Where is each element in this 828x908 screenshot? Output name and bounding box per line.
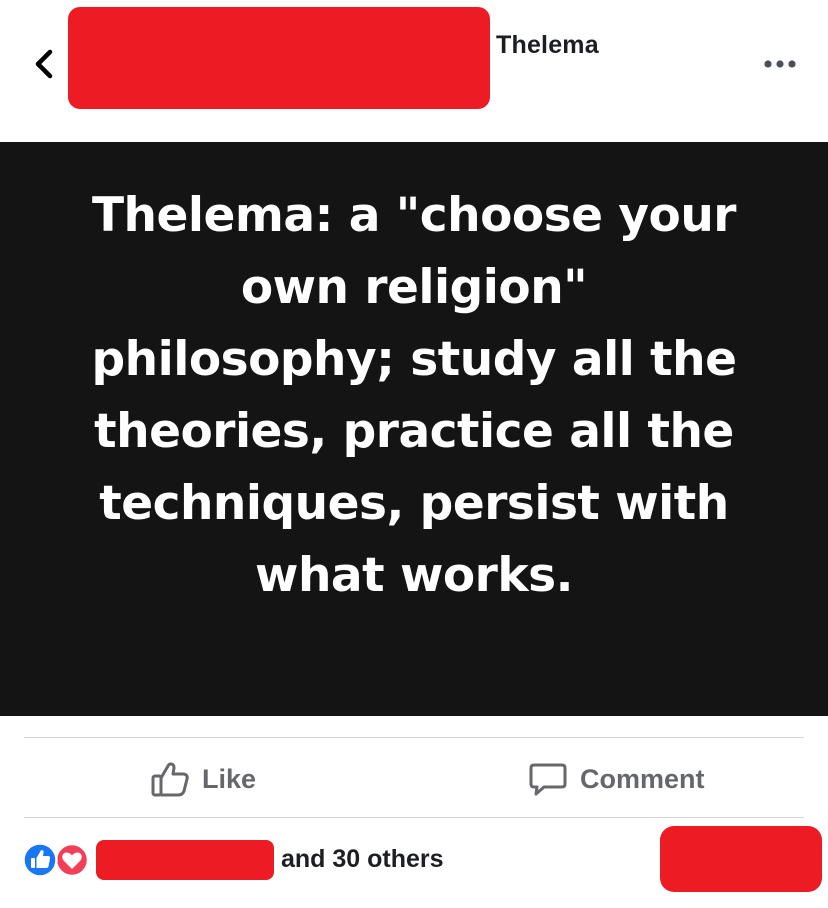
redacted-author-name xyxy=(68,7,490,109)
like-button[interactable]: Like xyxy=(150,752,256,806)
like-reaction-icon xyxy=(22,842,58,878)
comment-bubble-icon xyxy=(529,763,567,796)
redacted-comment-count xyxy=(660,826,822,892)
more-options-button[interactable] xyxy=(760,54,800,74)
divider-top xyxy=(24,737,804,738)
chevron-left-icon xyxy=(35,49,53,79)
post-header: Thelema xyxy=(0,0,828,142)
love-reaction-icon xyxy=(54,842,90,878)
comment-label: Comment xyxy=(580,763,705,794)
back-button[interactable] xyxy=(30,46,62,82)
more-dots-icon xyxy=(764,60,796,68)
thumbs-up-icon xyxy=(151,762,189,797)
group-name[interactable]: Thelema xyxy=(496,31,599,60)
reaction-icons[interactable] xyxy=(22,842,94,878)
like-label: Like xyxy=(202,763,257,794)
divider-bottom xyxy=(24,817,804,818)
reaction-summary[interactable]: and 30 others xyxy=(281,845,444,874)
post-image-text: Thelema: a "choose your own religion" ph… xyxy=(91,188,737,603)
comment-button[interactable]: Comment xyxy=(528,752,705,806)
redacted-reactor-name xyxy=(96,840,274,880)
